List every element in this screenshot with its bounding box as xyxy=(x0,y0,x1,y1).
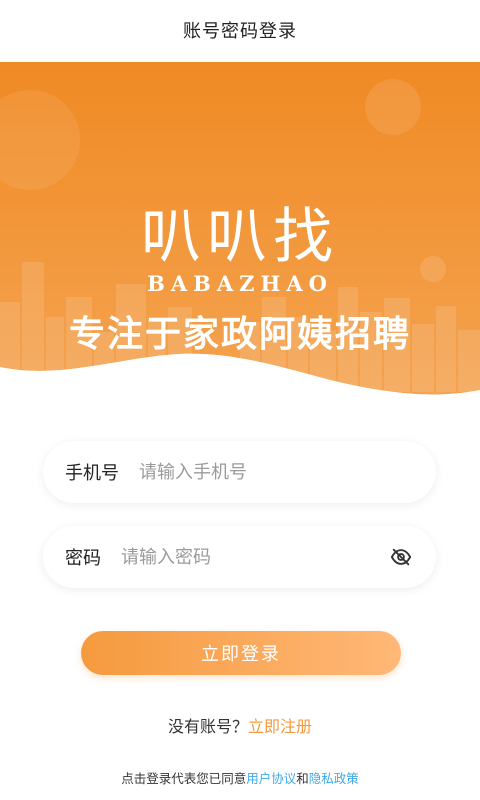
phone-input[interactable] xyxy=(137,460,436,484)
phone-label: 手机号 xyxy=(65,463,119,484)
agreement-conjunction: 和 xyxy=(296,771,309,786)
agreement-text: 点击登录代表您已同意用户协议和隐私政策 xyxy=(0,768,480,787)
brand-logo: 叭叭找 BABAZHAO xyxy=(0,205,480,296)
login-button[interactable]: 立即登录 xyxy=(81,631,401,675)
brand-name-english: BABAZHAO xyxy=(147,271,333,296)
banner-slogan: 专注于家政阿姨招聘 xyxy=(68,314,411,355)
register-prompt: 没有账号？ xyxy=(167,717,248,736)
phone-field: 手机号 xyxy=(43,441,436,503)
privacy-policy-link[interactable]: 隐私政策 xyxy=(309,771,359,786)
eye-off-icon[interactable] xyxy=(388,544,414,570)
password-field: 密码 xyxy=(43,526,436,588)
top-bar: 账号密码登录 xyxy=(0,0,480,60)
password-input[interactable] xyxy=(119,545,388,569)
register-link[interactable]: 立即注册 xyxy=(248,717,312,736)
agreement-prefix: 点击登录代表您已同意 xyxy=(121,771,247,786)
password-label: 密码 xyxy=(65,548,101,569)
page-title: 账号密码登录 xyxy=(183,21,297,42)
user-agreement-link[interactable]: 用户协议 xyxy=(246,771,296,786)
brand-name-chinese: 叭叭找 xyxy=(141,202,339,272)
hero-banner: 叭叭找 BABAZHAO 专注于家政阿姨招聘 xyxy=(0,62,480,408)
register-row: 没有账号？立即注册 xyxy=(0,713,480,737)
